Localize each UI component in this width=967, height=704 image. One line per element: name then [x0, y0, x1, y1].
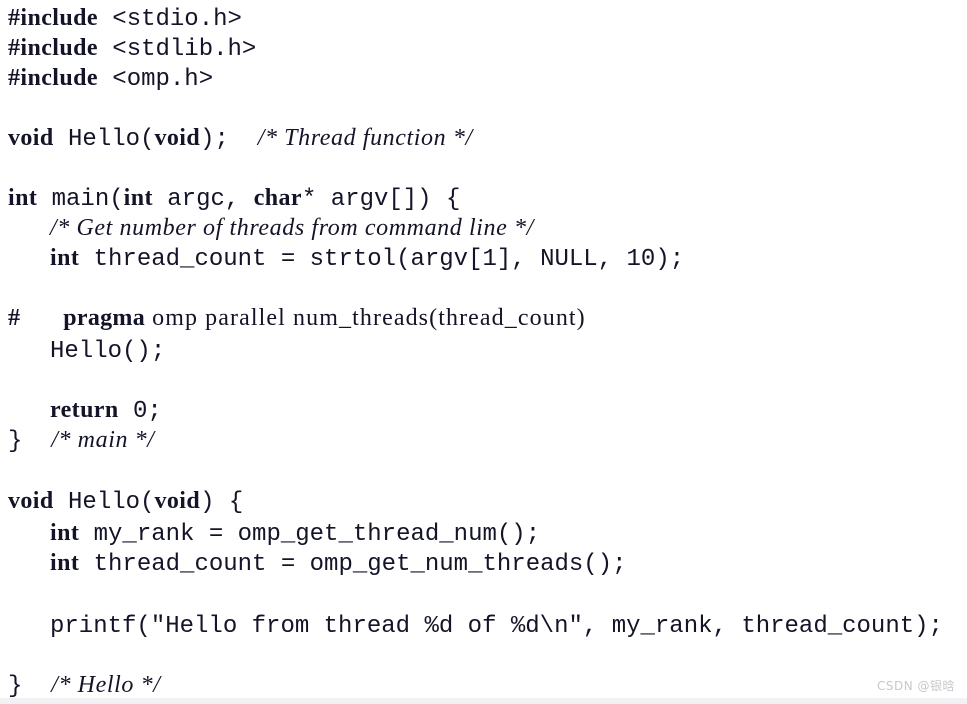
- code-token-pragtxt: omp parallel num_threads(thread_count): [145, 305, 586, 331]
- code-token-kw: void: [8, 125, 54, 151]
- code-token-mono: Hello(: [53, 126, 155, 153]
- code-token-cmt: /* Thread function */: [257, 125, 473, 151]
- code-listing: #include <stdio.h> #include <stdlib.h> #in…: [0, 0, 967, 704]
- code-token-prag: pragma: [63, 305, 146, 331]
- code-token-mono: printf("Hello from thread %d of %d\n", m…: [50, 613, 943, 640]
- csdn-watermark: CSDN @银晗: [876, 679, 955, 693]
- code-token-mono: [22, 428, 51, 455]
- code-token-cmt: /* Get number of threads from command li…: [50, 215, 534, 241]
- code-token-mono: main(: [37, 186, 124, 213]
- code-token-kw: int: [123, 185, 153, 211]
- code-line: #include <stdlib.h>: [0, 33, 256, 63]
- code-token-kw: char: [253, 185, 302, 211]
- code-line: } /* main */: [0, 425, 155, 455]
- code-line: void Hello(void); /* Thread function */: [0, 123, 473, 153]
- code-token-mono: Hello(: [53, 489, 155, 516]
- code-line: # pragma omp parallel num_threads(thread…: [0, 303, 586, 333]
- code-token-kw: return: [50, 397, 119, 423]
- code-token-mono: ) {: [200, 489, 244, 516]
- code-token-brace: }: [8, 673, 23, 700]
- code-line: } /* Hello */: [0, 670, 160, 700]
- code-token-mono: argc,: [152, 186, 254, 213]
- code-token-brace: }: [8, 428, 23, 455]
- code-token-kw: void: [154, 125, 201, 151]
- code-token-cmt: /* Hello */: [51, 672, 161, 698]
- code-token-mono: thread_count = omp_get_num_threads();: [79, 551, 627, 578]
- code-token-mono: [20, 306, 63, 333]
- code-token-kw: int: [50, 245, 80, 271]
- code-line: return 0;: [0, 395, 162, 425]
- code-token-kw: int: [8, 185, 38, 211]
- code-line: #include <stdio.h>: [0, 3, 242, 33]
- code-token-mono: my_rank = omp_get_thread_num();: [79, 521, 541, 548]
- code-token-kw: #include: [8, 5, 98, 31]
- code-line: int main(int argc, char* argv[]) {: [0, 183, 460, 213]
- code-line: #include <omp.h>: [0, 63, 213, 93]
- code-token-hash: #: [8, 305, 20, 331]
- code-token-kw: int: [50, 550, 80, 576]
- code-line: Hello();: [0, 335, 165, 365]
- code-token-mono: <omp.h>: [97, 66, 214, 93]
- code-line: /* Get number of threads from command li…: [0, 213, 534, 243]
- code-token-mono: <stdlib.h>: [97, 36, 257, 63]
- code-token-mono: Hello();: [50, 338, 166, 365]
- code-token-mono: 0;: [118, 398, 162, 425]
- code-line: int thread_count = strtol(argv[1], NULL,…: [0, 243, 684, 273]
- code-token-mono: );: [200, 126, 258, 153]
- code-line: int my_rank = omp_get_thread_num();: [0, 518, 540, 548]
- code-token-kw: #include: [8, 65, 98, 91]
- code-token-cmt: /* main */: [51, 427, 155, 453]
- code-line: void Hello(void) {: [0, 486, 243, 516]
- code-token-kw: #include: [8, 35, 98, 61]
- code-token-kw: void: [154, 488, 201, 514]
- code-token-kw: int: [50, 520, 80, 546]
- bottom-edge-strip: [0, 698, 967, 704]
- code-token-mono: <stdio.h>: [97, 6, 242, 33]
- code-token-mono: * argv[]) {: [301, 186, 461, 213]
- code-token-mono: thread_count = strtol(argv[1], NULL, 10)…: [79, 246, 685, 273]
- code-line: printf("Hello from thread %d of %d\n", m…: [0, 610, 943, 640]
- code-line: int thread_count = omp_get_num_threads()…: [0, 548, 627, 578]
- code-token-kw: void: [8, 488, 54, 514]
- code-token-mono: [22, 673, 51, 700]
